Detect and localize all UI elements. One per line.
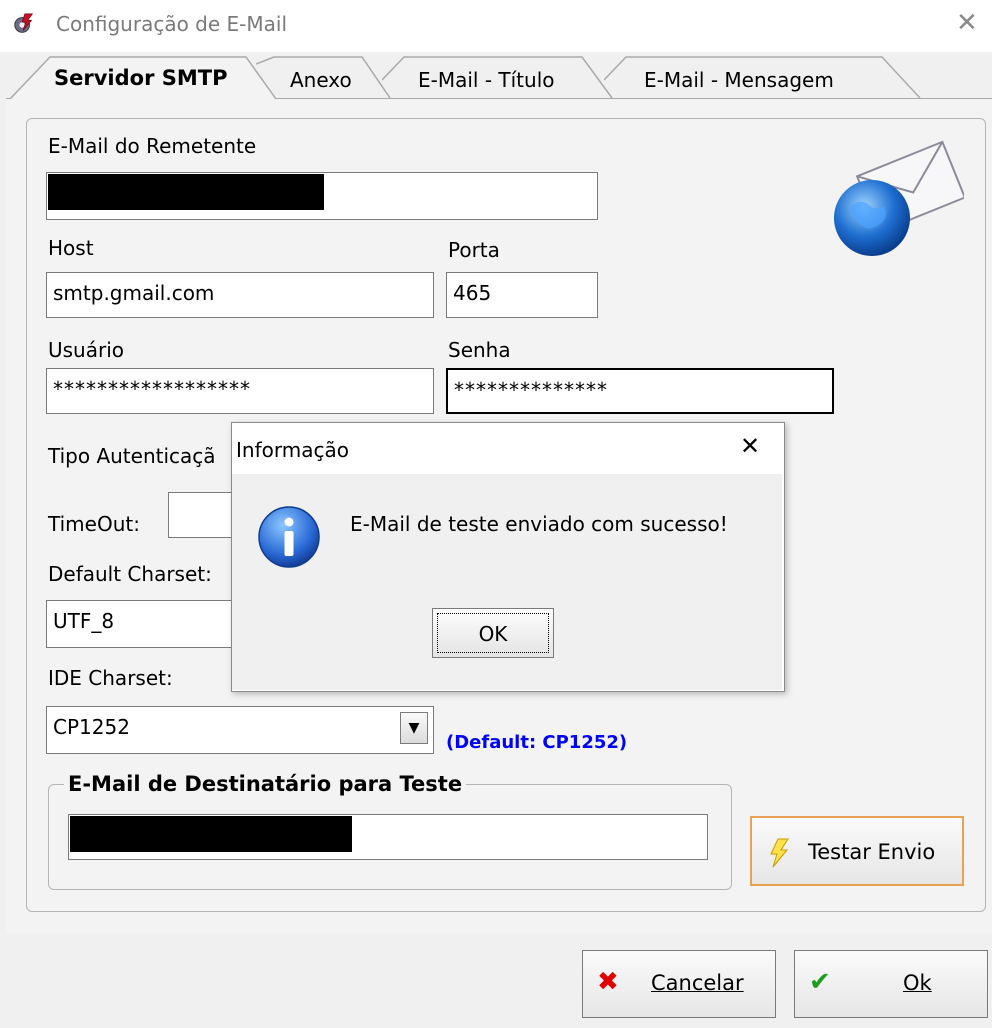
default-charset-label: Default Charset: (48, 562, 212, 586)
cancel-button[interactable]: ✖ Cancelar (582, 950, 776, 1018)
info-dialog-message: E-Mail de teste enviado com sucesso! (350, 512, 728, 536)
test-recipient-group-title: E-Mail de Destinatário para Teste (64, 772, 467, 796)
tab-label: E-Mail - Título (418, 68, 555, 92)
porta-label: Porta (448, 238, 500, 262)
ide-charset-default-hint: (Default: CP1252) (446, 732, 628, 753)
red-x-icon: ✖ (597, 967, 619, 997)
info-dialog-close-button[interactable]: ✕ (740, 432, 760, 460)
green-check-icon: ✔ (809, 967, 831, 997)
testar-envio-label: Testar Envio (808, 840, 936, 864)
ide-charset-select[interactable]: CP1252 (46, 706, 434, 754)
info-icon (258, 506, 320, 568)
info-dialog-title: Informação (236, 438, 349, 462)
info-dialog-ok-button[interactable]: OK (432, 608, 554, 658)
tab-email-mensagem[interactable]: E-Mail - Mensagem (604, 56, 922, 100)
ide-charset-label: IDE Charset: (48, 666, 173, 690)
tab-servidor-smtp[interactable]: Servidor SMTP (10, 56, 278, 100)
window-title: Configuração de E-Mail (56, 12, 288, 36)
tab-label: Servidor SMTP (54, 66, 228, 90)
cancel-label: Cancelar (651, 971, 744, 995)
host-label: Host (48, 236, 94, 260)
ok-button[interactable]: ✔ Ok (794, 950, 988, 1018)
remetente-label: E-Mail do Remetente (48, 134, 257, 158)
lightning-icon (770, 838, 789, 868)
chevron-down-icon[interactable]: ▼ (400, 712, 428, 744)
tab-anexo[interactable]: Anexo (256, 56, 392, 100)
ok-label: Ok (903, 971, 932, 995)
tab-email-titulo[interactable]: E-Mail - Título (382, 56, 614, 100)
globe-envelope-icon (834, 140, 964, 256)
senha-input[interactable]: ************** (446, 368, 834, 414)
tab-label: E-Mail - Mensagem (644, 68, 834, 92)
senha-label: Senha (448, 338, 511, 362)
testar-envio-button[interactable]: Testar Envio (750, 816, 964, 886)
tipo-autenticacao-label: Tipo Autenticaçã (48, 444, 216, 468)
default-charset-input[interactable]: UTF_8 (46, 600, 246, 648)
usuario-label: Usuário (48, 338, 125, 362)
redacted-block (48, 174, 324, 210)
porta-input[interactable]: 465 (446, 272, 598, 318)
usuario-input[interactable]: ****************** (46, 368, 434, 414)
window-close-button[interactable]: ✕ (956, 8, 978, 38)
gear-lightning-icon (14, 13, 34, 33)
info-dialog-ok-label: OK (437, 613, 549, 653)
tab-label: Anexo (290, 68, 352, 92)
redacted-block (70, 816, 352, 852)
host-input[interactable]: smtp.gmail.com (46, 272, 434, 318)
timeout-label: TimeOut: (48, 512, 140, 536)
